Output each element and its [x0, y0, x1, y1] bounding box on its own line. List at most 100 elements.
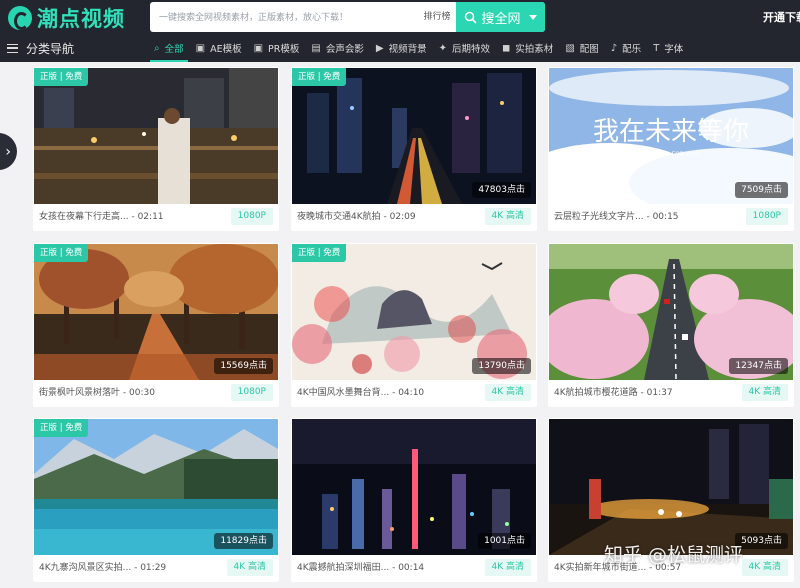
quality-tag: 4K 高清 — [741, 559, 788, 576]
thumbnail-subtext: WAITING FOR YOU — [644, 151, 699, 158]
search-icon — [465, 11, 478, 24]
tab-6[interactable]: ◼ 实拍素材 — [498, 36, 557, 60]
effects-icon: ✦ — [438, 42, 447, 54]
rank-link[interactable]: 排行榜 — [418, 2, 456, 32]
click-count: 15569点击 — [214, 358, 273, 374]
video-title-line[interactable]: 4K中国风水墨舞台背... - 04:10 — [297, 385, 424, 398]
duration-separator: - — [120, 388, 129, 398]
search-input[interactable] — [150, 2, 418, 32]
video-thumbnail[interactable]: 正版 | 免费 13790点击 — [292, 244, 536, 380]
tab-8[interactable]: ♪ 配乐 — [607, 36, 645, 60]
video-thumbnail[interactable]: 5093点击 — [549, 419, 793, 555]
brand-logo[interactable]: 潮点视频 — [8, 4, 125, 32]
video-duration: 02:11 — [137, 212, 164, 222]
tab-0[interactable]: ⌕ 全部 — [150, 36, 188, 62]
video-title-line[interactable]: 4K九寨沟风景区实拍... - 01:29 — [39, 560, 166, 573]
duration-separator: - — [131, 563, 141, 573]
video-card[interactable]: 正版 | 免费 15569点击街景枫叶风景树落叶 - 00:30 1080P — [33, 243, 279, 407]
video-thumbnail[interactable]: 我在未来等你 WAITING FOR YOU 7509点击 — [549, 68, 793, 204]
video-duration: 01:29 — [140, 563, 167, 573]
video-card[interactable]: 正版 | 免费 13790点击 4K中国风水墨舞台背... - 04:10 4K 高清 — [291, 243, 537, 407]
video-thumbnail[interactable]: 正版 | 免费 47803点击 — [292, 68, 536, 204]
video-duration: 00:30 — [129, 388, 155, 398]
brand-name: 潮点视频 — [37, 7, 125, 31]
license-badge: 正版 | 免费 — [34, 419, 89, 437]
video-thumbnail[interactable]: 12347点击 — [549, 244, 793, 380]
tab-label: 后期特效 — [451, 44, 490, 55]
video-duration: 00:15 — [652, 212, 679, 222]
video-card[interactable]: 1001点击 4K震撼航拍深圳福田... - 00:14 4K 高清 — [291, 418, 537, 582]
click-count: 11829点击 — [214, 533, 273, 549]
search-button-label: 搜全网 — [481, 11, 521, 27]
tab-label: 会声会影 — [325, 44, 364, 55]
tab-1[interactable]: ▣ AE模板 — [192, 36, 246, 60]
duration-separator: - — [380, 212, 390, 222]
video-title-line[interactable]: 女孩在夜幕下行走高... - 02:11 — [39, 209, 164, 222]
video-card[interactable]: 正版 | 免费 47803点击 夜晚城市交通4K航拍 - 02:09 4K 高清 — [291, 67, 537, 231]
video-title: 夜晚城市交通4K航拍 — [297, 212, 381, 222]
video-duration: 01:37 — [646, 388, 673, 398]
video-title-line[interactable]: 夜晚城市交通4K航拍 - 02:09 — [297, 209, 416, 222]
category-nav[interactable]: 分类导航 — [0, 40, 150, 57]
open-download-button[interactable]: 开通下载 — [763, 9, 800, 25]
tab-label: 视频背景 — [388, 44, 427, 55]
top-bar: 潮点视频 排行榜 搜全网 开通下载 分类导航 ⌕ 全部 ▣ AE模板 ▣ PR模板 ▤ 会声会… — [0, 0, 800, 62]
search-button[interactable]: 搜全网 — [456, 2, 545, 32]
video-thumbnail[interactable]: 正版 | 免费 15569点击 — [34, 244, 278, 380]
quality-tag: 4K 高清 — [484, 559, 531, 576]
video-card[interactable]: 12347点击 4K航拍城市樱花道路 - 01:37 4K 高清 — [548, 243, 794, 407]
chevron-right-icon[interactable]: › — [0, 133, 17, 170]
license-badge: 正版 | 免费 — [34, 244, 89, 262]
video-title-line[interactable]: 4K航拍城市樱花道路 - 01:37 — [554, 385, 673, 398]
film-icon: ▤ — [311, 42, 321, 54]
ae-icon: ▣ — [195, 42, 206, 54]
video-title-line[interactable]: 街景枫叶风景树落叶 - 00:30 — [39, 385, 155, 398]
video-duration: 04:10 — [398, 388, 425, 398]
quality-tag: 1080P — [230, 208, 273, 225]
tab-9[interactable]: T 字体 — [649, 36, 687, 60]
tab-4[interactable]: ▶ 视频背景 — [372, 36, 431, 60]
category-nav-label: 分类导航 — [26, 41, 75, 56]
video-duration: 00:14 — [398, 563, 425, 573]
category-tabs: ⌕ 全部 ▣ AE模板 ▣ PR模板 ▤ 会声会影 ▶ 视频背景 ✦ 后期特效 ◼ 实拍素材 ▧ 配图 ♪ 配乐 T… — [150, 36, 691, 62]
duration-separator: - — [389, 563, 399, 573]
quality-tag: 4K 高清 — [226, 559, 273, 576]
video-title-line[interactable]: 云层粒子光线文字片... - 00:15 — [554, 209, 679, 222]
tab-3[interactable]: ▤ 会声会影 — [307, 36, 367, 60]
image-icon: ▧ — [565, 42, 575, 54]
video-title: 4K中国风水墨舞台背... — [297, 388, 390, 398]
license-badge: 正版 | 免费 — [292, 68, 347, 86]
tab-label: AE模板 — [210, 44, 242, 55]
video-thumbnail[interactable]: 正版 | 免费 — [34, 68, 278, 204]
video-title: 4K航拍城市樱花道路 — [554, 388, 638, 398]
license-badge: 正版 | 免费 — [34, 68, 89, 86]
video-icon: ▶ — [375, 42, 384, 54]
video-title-line[interactable]: 4K震撼航拍深圳福田... - 00:14 — [297, 560, 424, 573]
tab-7[interactable]: ▧ 配图 — [561, 36, 602, 60]
click-count: 1001点击 — [478, 533, 531, 549]
tab-label: 全部 — [164, 44, 184, 55]
video-thumbnail[interactable]: 正版 | 免费 11829点击 — [34, 419, 278, 555]
license-badge: 正版 | 免费 — [292, 244, 347, 262]
tab-5[interactable]: ✦ 后期特效 — [435, 36, 494, 60]
video-thumbnail[interactable]: 1001点击 — [292, 419, 536, 555]
font-icon: T — [653, 42, 660, 54]
video-card[interactable]: 正版 | 免费女孩在夜幕下行走高... - 02:11 1080P — [33, 67, 279, 231]
video-card[interactable]: 正版 | 免费 11829点击 4K九寨沟风景区实拍... - 01:29 4K 高清 — [33, 418, 279, 582]
chevron-down-icon — [528, 14, 537, 20]
quality-tag: 1080P — [745, 208, 788, 225]
duration-separator: - — [128, 212, 138, 222]
quality-tag: 1080P — [230, 384, 273, 401]
video-title: 云层粒子光线文字片... — [554, 212, 644, 222]
click-count: 47803点击 — [472, 182, 531, 198]
click-count: 13790点击 — [472, 358, 531, 374]
video-title: 4K九寨沟风景区实拍... — [39, 563, 132, 573]
tab-2[interactable]: ▣ PR模板 — [250, 36, 304, 60]
tab-label: 实拍素材 — [515, 44, 554, 55]
video-title: 4K震撼航拍深圳福田... — [297, 563, 390, 573]
video-card[interactable]: 我在未来等你 WAITING FOR YOU 7509点击云层粒子光线文字片...… — [548, 67, 794, 231]
duration-separator: - — [389, 388, 399, 398]
search-bar: 排行榜 搜全网 — [150, 2, 545, 32]
duration-separator: - — [637, 388, 647, 398]
video-title: 街景枫叶风景树落叶 — [39, 388, 121, 398]
